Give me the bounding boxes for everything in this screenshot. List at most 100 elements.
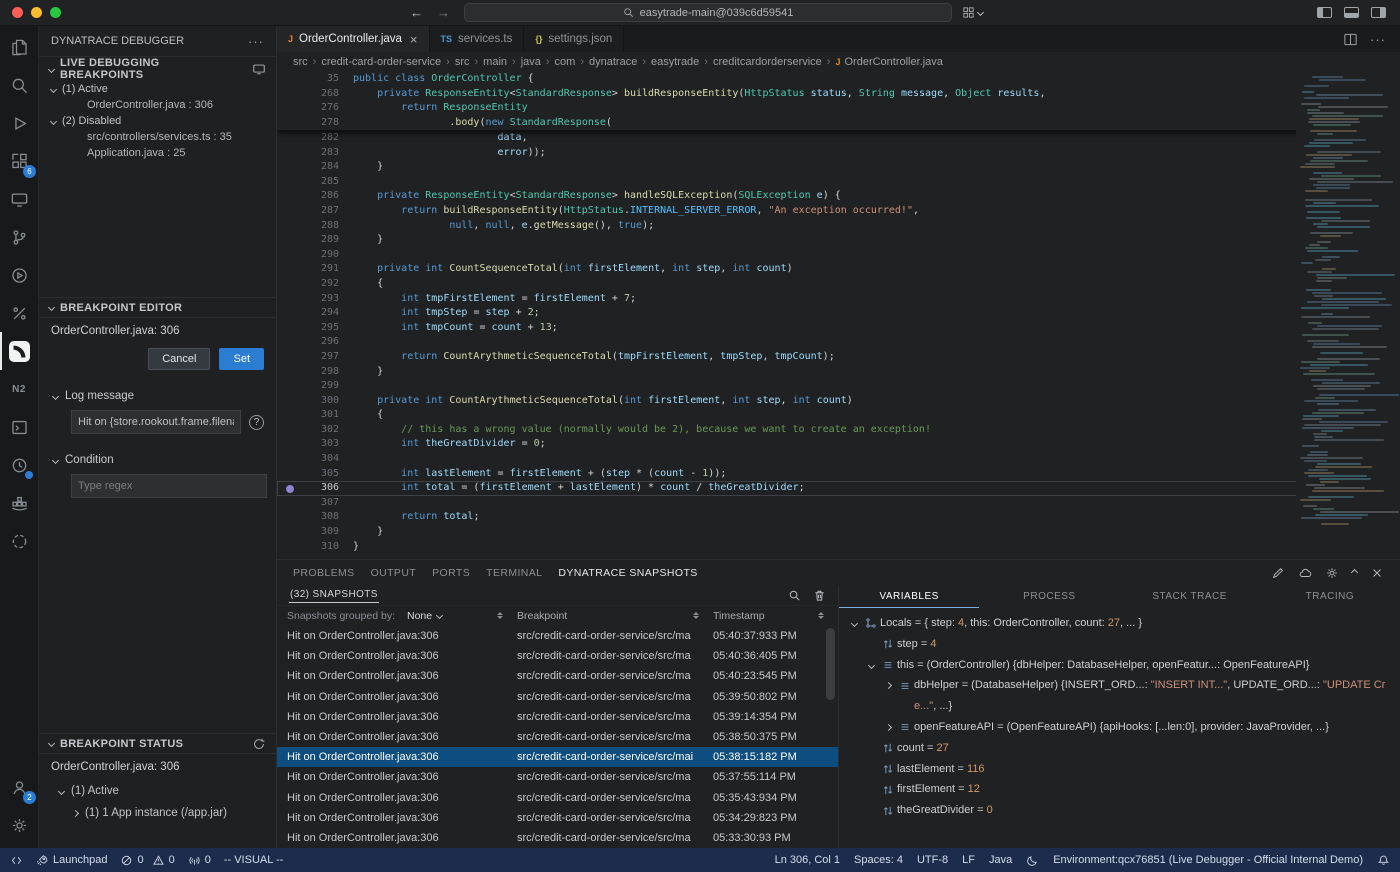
line-number[interactable]: 297 [277,350,353,365]
refresh-icon[interactable] [252,737,266,751]
column-timestamp[interactable]: Timestamp [713,610,765,622]
code-line[interactable]: 291 private int CountSequenceTotal(int f… [277,262,1400,277]
breakpoint-item-disabled-1[interactable]: src/controllers/services.ts : 35 [39,129,276,145]
variable-row[interactable]: Locals = { step: 4, this: OrderControlle… [839,613,1400,634]
line-number[interactable]: 308 [277,510,353,525]
variable-row[interactable]: lastElement = 116 [839,759,1400,780]
condition-section[interactable]: Condition [39,450,276,470]
toggle-secondary-sidebar-icon[interactable] [1371,7,1386,18]
line-number[interactable]: 294 [277,306,353,321]
variable-row[interactable]: count = 27 [839,738,1400,759]
code-editor[interactable]: 35public class OrderController {268 priv… [277,72,1400,559]
navigate-back-icon[interactable]: ← [410,5,423,20]
section-breakpoint-status[interactable]: BREAKPOINT STATUS [39,733,276,754]
code-line[interactable]: 299 [277,379,1400,394]
snapshot-row[interactable]: Hit on OrderController.java:306src/credi… [277,828,838,848]
remote-indicator[interactable] [10,854,23,867]
activity-remote-monitor[interactable] [0,180,38,218]
line-number[interactable]: 301 [277,408,353,423]
activity-nx-console[interactable]: N2 [0,370,38,408]
activity-history[interactable] [0,446,38,484]
editor-tab[interactable]: {}settings.json [524,26,624,52]
code-line[interactable]: 306 int total = (firstElement + lastElem… [277,481,1400,496]
breadcrumb-item[interactable]: creditcardorderservice [713,56,822,68]
code-line[interactable]: 303 int theGreatDivider = 0; [277,437,1400,452]
breadcrumb-item[interactable]: dynatrace [589,56,637,68]
toggle-sidebar-icon[interactable] [1317,7,1332,18]
sticky-code-line[interactable]: 268 private ResponseEntity<StandardRespo… [277,87,1400,102]
code-line[interactable]: 282 data, [277,131,1400,146]
line-number[interactable]: 293 [277,292,353,307]
cursor-position[interactable]: Ln 306, Col 1 [775,854,840,866]
code-line[interactable]: 287 return buildResponseEntity(HttpStatu… [277,204,1400,219]
line-number[interactable]: 289 [277,233,353,248]
code-line[interactable]: 293 int tmpFirstElement = firstElement +… [277,292,1400,307]
line-number[interactable]: 302 [277,423,353,438]
code-line[interactable]: 307 [277,496,1400,511]
snapshot-row[interactable]: Hit on OrderController.java:306src/credi… [277,767,838,787]
panel-tab[interactable]: PORTS [432,567,470,579]
vim-mode-indicator[interactable]: -- VISUAL -- [224,854,284,866]
line-number[interactable]: 284 [277,160,353,175]
panel-tab[interactable]: DYNATRACE SNAPSHOTS [558,567,697,579]
activity-extensions[interactable]: 6 [0,142,38,180]
sort-icon[interactable] [818,609,824,622]
sort-icon[interactable] [497,609,503,622]
code-line[interactable]: 309 } [277,525,1400,540]
snapshot-row[interactable]: Hit on OrderController.java:306src/credi… [277,747,838,767]
breadcrumb-item[interactable]: com [555,56,576,68]
variable-row[interactable]: openFeatureAPI = (OpenFeatureAPI) {apiHo… [839,717,1400,738]
variables-tab[interactable]: VARIABLES [839,586,979,608]
eol-sequence[interactable]: LF [962,854,975,866]
more-actions-icon[interactable]: ··· [1370,32,1386,47]
line-number[interactable]: 35 [277,72,353,87]
activity-accounts[interactable]: 2 [0,768,38,806]
code-line[interactable]: 284 } [277,160,1400,175]
panel-tab[interactable]: OUTPUT [371,567,417,579]
code-line[interactable]: 292 { [277,277,1400,292]
code-line[interactable]: 290 [277,248,1400,263]
snapshot-row[interactable]: Hit on OrderController.java:306src/credi… [277,646,838,666]
code-line[interactable]: 286 private ResponseEntity<StandardRespo… [277,189,1400,204]
breadcrumb-item[interactable]: src [455,56,470,68]
language-mode[interactable]: Java [989,854,1012,866]
close-icon[interactable]: × [410,32,418,47]
more-actions-icon[interactable]: ··· [248,34,264,49]
line-number[interactable]: 282 [277,131,353,146]
screen-icon[interactable] [252,62,266,76]
edit-icon[interactable] [1271,566,1285,580]
breadcrumb-item[interactable]: easytrade [651,56,699,68]
snapshot-row[interactable]: Hit on OrderController.java:306src/credi… [277,687,838,707]
status-app-instance[interactable]: (1) 1 App instance (/app.jar) [39,802,276,824]
variable-row[interactable]: theGreatDivider = 0 [839,800,1400,821]
chevron-up-icon[interactable] [1351,569,1358,576]
line-number[interactable]: 268 [277,87,353,102]
split-editor-icon[interactable] [1343,32,1358,47]
variable-row[interactable]: step = 4 [839,634,1400,655]
line-number[interactable]: 306 [277,481,353,496]
line-number[interactable]: 300 [277,394,353,409]
command-center[interactable]: easytrade-main@039c6d59541 [464,3,952,22]
activity-explorer[interactable] [0,28,38,66]
status-group-active[interactable]: (1) Active [39,780,276,802]
minimize-window-button[interactable] [31,7,42,18]
line-number[interactable]: 288 [277,219,353,234]
activity-source-control[interactable] [0,218,38,256]
minimap[interactable] [1296,72,1400,559]
line-number[interactable]: 291 [277,262,353,277]
line-number[interactable]: 283 [277,146,353,161]
variable-row[interactable]: firstElement = 12 [839,779,1400,800]
encoding[interactable]: UTF-8 [917,854,948,866]
breadcrumb-item[interactable]: java [521,56,541,68]
set-button[interactable]: Set [219,348,264,370]
line-number[interactable]: 303 [277,437,353,452]
code-line[interactable]: 285 [277,175,1400,190]
snapshot-row[interactable]: Hit on OrderController.java:306src/credi… [277,626,838,646]
code-line[interactable]: 302 // this has a wrong value (normally … [277,423,1400,438]
cancel-button[interactable]: Cancel [148,348,210,370]
code-line[interactable]: 296 [277,335,1400,350]
code-line[interactable]: 308 return total; [277,510,1400,525]
problems-status[interactable]: 0 0 [120,854,174,867]
section-live-debugging-breakpoints[interactable]: LIVE DEBUGGING BREAKPOINTS [39,56,276,81]
group-by-dropdown[interactable]: None [407,610,442,622]
